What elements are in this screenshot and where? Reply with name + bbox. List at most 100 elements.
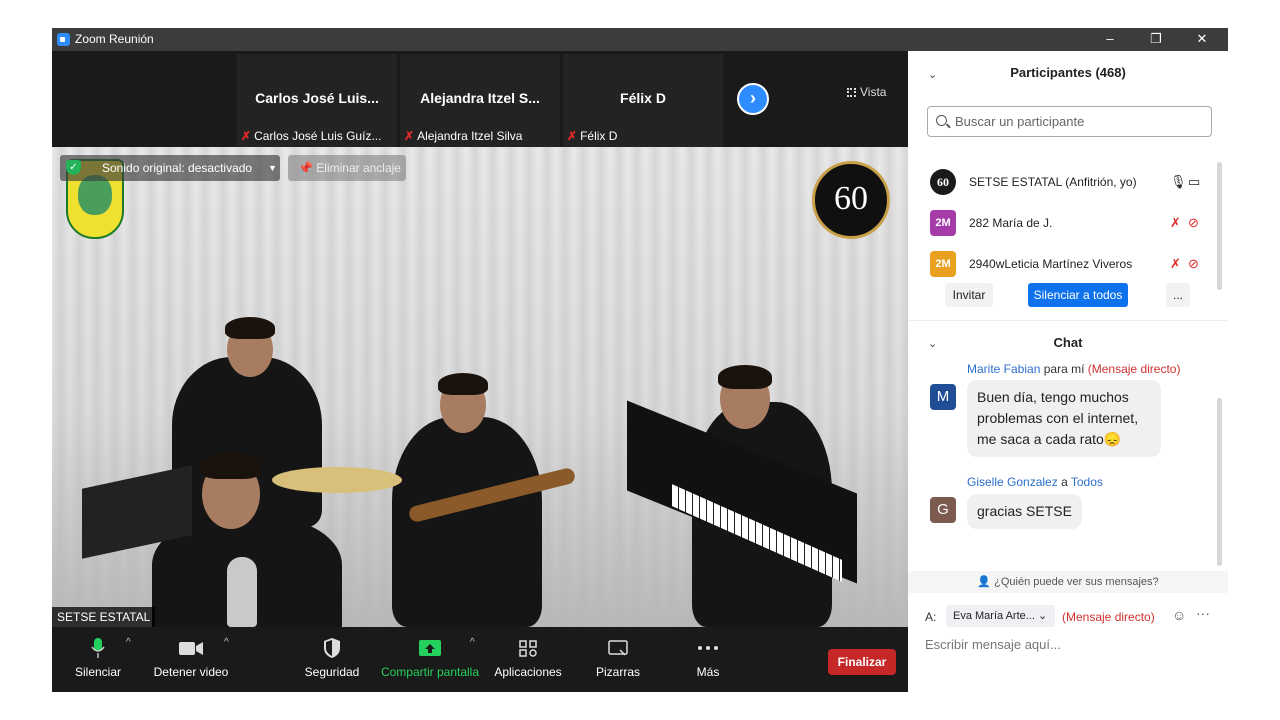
microphone-icon[interactable]: 🎙: [1170, 174, 1187, 190]
minimize-button[interactable]: –: [1087, 28, 1133, 51]
participants-more-button[interactable]: ...: [1166, 283, 1190, 307]
security-label: Seguridad: [304, 665, 360, 679]
zoom-app-icon: [57, 33, 70, 46]
participant-row[interactable]: 2M 2940wLeticia Martínez Viveros ✗ ⊘: [930, 251, 1210, 279]
mute-button[interactable]: Silenciar ^: [72, 635, 131, 679]
view-button[interactable]: Vista: [847, 85, 886, 99]
muted-mic-icon[interactable]: ✗: [1170, 215, 1181, 231]
main-video: ✓ Sonido original: desactivado ▼ 📌 Elimi…: [52, 147, 908, 627]
message-connector: a: [1061, 475, 1068, 489]
participant-row[interactable]: 60 SETSE ESTATAL (Anfitrión, yo) 🎙 ▭: [930, 169, 1210, 197]
search-placeholder: Buscar un participante: [955, 114, 1085, 129]
chat-scrollbar[interactable]: [1217, 398, 1222, 566]
meeting-area: Carlos José Luis... ✗ Carlos José Luis Gu…: [52, 51, 908, 692]
chat-header: Chat: [1053, 335, 1083, 350]
whiteboards-label: Pizarras: [595, 665, 640, 679]
whiteboards-button[interactable]: Pizarras: [592, 635, 644, 679]
share-screen-label: Compartir pantalla: [380, 665, 480, 679]
tile-name: Alejandra Itzel S...: [420, 90, 540, 106]
apps-label: Aplicaciones: [494, 665, 562, 679]
more-label: Más: [696, 665, 720, 679]
video-off-icon[interactable]: ⊘: [1188, 215, 1199, 231]
caret-up-icon[interactable]: ^: [126, 637, 131, 648]
participant-strip: Carlos José Luis... ✗ Carlos José Luis Gu…: [52, 51, 908, 147]
trumpet: [227, 557, 257, 627]
caret-up-icon[interactable]: ^: [470, 637, 475, 648]
tile-subname: Carlos José Luis Guíz...: [254, 129, 382, 143]
stop-video-label: Detener video: [153, 665, 229, 679]
more-dots-icon: [698, 646, 718, 650]
participants-header: Participantes (468): [1010, 65, 1126, 80]
stop-video-button[interactable]: Detener video ^: [152, 635, 230, 679]
shield-icon: [324, 638, 340, 658]
tile-subname: Félix D: [580, 129, 618, 143]
mute-all-button[interactable]: Silenciar a todos: [1028, 283, 1128, 307]
participant-search-input[interactable]: Buscar un participante: [927, 106, 1212, 137]
muted-mic-icon: ✗: [567, 129, 578, 143]
participant-tile[interactable]: Félix D ✗ Félix D: [563, 54, 723, 147]
participants-scrollbar[interactable]: [1217, 162, 1222, 290]
apps-button[interactable]: Aplicaciones: [492, 635, 564, 679]
remove-pin-button[interactable]: 📌 Eliminar anclaje: [288, 155, 406, 181]
chat-message-bubble[interactable]: gracias SETSE: [967, 494, 1082, 529]
microphone-icon: [91, 638, 105, 658]
window-title: Zoom Reunión: [75, 32, 154, 46]
avatar: G: [930, 497, 956, 523]
musician-hair: [200, 453, 262, 479]
participant-name: 2940wLeticia Martínez Viveros: [969, 257, 1133, 271]
chat-message-bubble[interactable]: Buen día, tengo muchos problemas con el …: [967, 380, 1161, 457]
apps-icon: [519, 640, 537, 657]
tile-name: Carlos José Luis...: [255, 90, 379, 106]
muted-mic-icon[interactable]: ✗: [1170, 256, 1181, 272]
participant-row[interactable]: 2M 282 María de J. ✗ ⊘: [930, 210, 1210, 238]
chat-message-input[interactable]: Escribir mensaje aquí...: [925, 637, 1215, 652]
chevron-down-icon: ⌄: [1037, 610, 1048, 622]
message-connector: para mí: [1043, 362, 1085, 376]
security-button[interactable]: Seguridad: [302, 635, 362, 679]
message-target: Todos: [1070, 475, 1103, 489]
musician-hair: [438, 373, 488, 395]
speaker-name-label: SETSE ESTATAL: [52, 607, 156, 627]
message-type-label: (Mensaje directo): [1062, 610, 1155, 624]
meeting-toolbar: Silenciar ^ Detener video ^ Seguridad Co…: [52, 627, 908, 692]
share-screen-icon: [419, 640, 441, 656]
end-meeting-button[interactable]: Finalizar: [828, 649, 896, 675]
cymbal: [272, 467, 402, 493]
avatar: 60: [930, 169, 956, 195]
who-can-see-link[interactable]: 👤 ¿Quién puede ver sus mensajes?: [908, 571, 1228, 593]
grid-icon: [847, 88, 856, 97]
muted-mic-icon: ✗: [241, 129, 252, 143]
caret-up-icon[interactable]: ^: [224, 637, 229, 648]
message-meta: Marite Fabian para mí (Mensaje directo): [967, 362, 1180, 376]
zoom-window: Zoom Reunión – ❐ ✕ Carlos José Luis... ✗…: [52, 28, 1228, 692]
invite-button[interactable]: Invitar: [945, 283, 993, 307]
next-page-button[interactable]: ›: [737, 83, 769, 115]
muted-mic-icon: ✗: [404, 129, 415, 143]
avatar: 2M: [930, 251, 956, 277]
avatar: 2M: [930, 210, 956, 236]
message-sender[interactable]: Giselle Gonzalez: [967, 475, 1058, 489]
who-can-see-label: ¿Quién puede ver sus mensajes?: [994, 576, 1159, 588]
video-off-icon[interactable]: ⊘: [1188, 256, 1199, 272]
recipient-value: Eva María Arte...: [953, 610, 1035, 622]
musician-bassist: [392, 417, 542, 627]
message-target: (Mensaje directo): [1087, 362, 1181, 376]
search-icon: [936, 115, 947, 126]
close-button[interactable]: ✕: [1179, 28, 1225, 51]
chevron-down-icon[interactable]: ▼: [264, 155, 280, 181]
chat-more-icon[interactable]: ···: [1196, 605, 1210, 621]
message-sender[interactable]: Marite Fabian: [967, 362, 1040, 376]
participant-tile[interactable]: Carlos José Luis... ✗ Carlos José Luis Gu…: [237, 54, 397, 147]
mute-label: Silenciar: [74, 665, 122, 679]
participant-tile[interactable]: Alejandra Itzel S... ✗ Alejandra Itzel Si…: [400, 54, 560, 147]
emoji-icon[interactable]: ☺: [1172, 607, 1186, 623]
restore-button[interactable]: ❐: [1133, 28, 1179, 51]
more-button[interactable]: Más: [688, 635, 728, 679]
share-screen-button[interactable]: Compartir pantalla ^: [378, 635, 482, 679]
tile-subname: Alejandra Itzel Silva: [417, 129, 523, 143]
video-camera-icon[interactable]: ▭: [1188, 174, 1200, 190]
anniversary-60-logo: 60: [812, 161, 890, 239]
avatar: M: [930, 384, 956, 410]
original-sound-button[interactable]: ✓ Sonido original: desactivado ▼: [60, 155, 280, 181]
recipient-select[interactable]: Eva María Arte... ⌄: [946, 605, 1055, 627]
